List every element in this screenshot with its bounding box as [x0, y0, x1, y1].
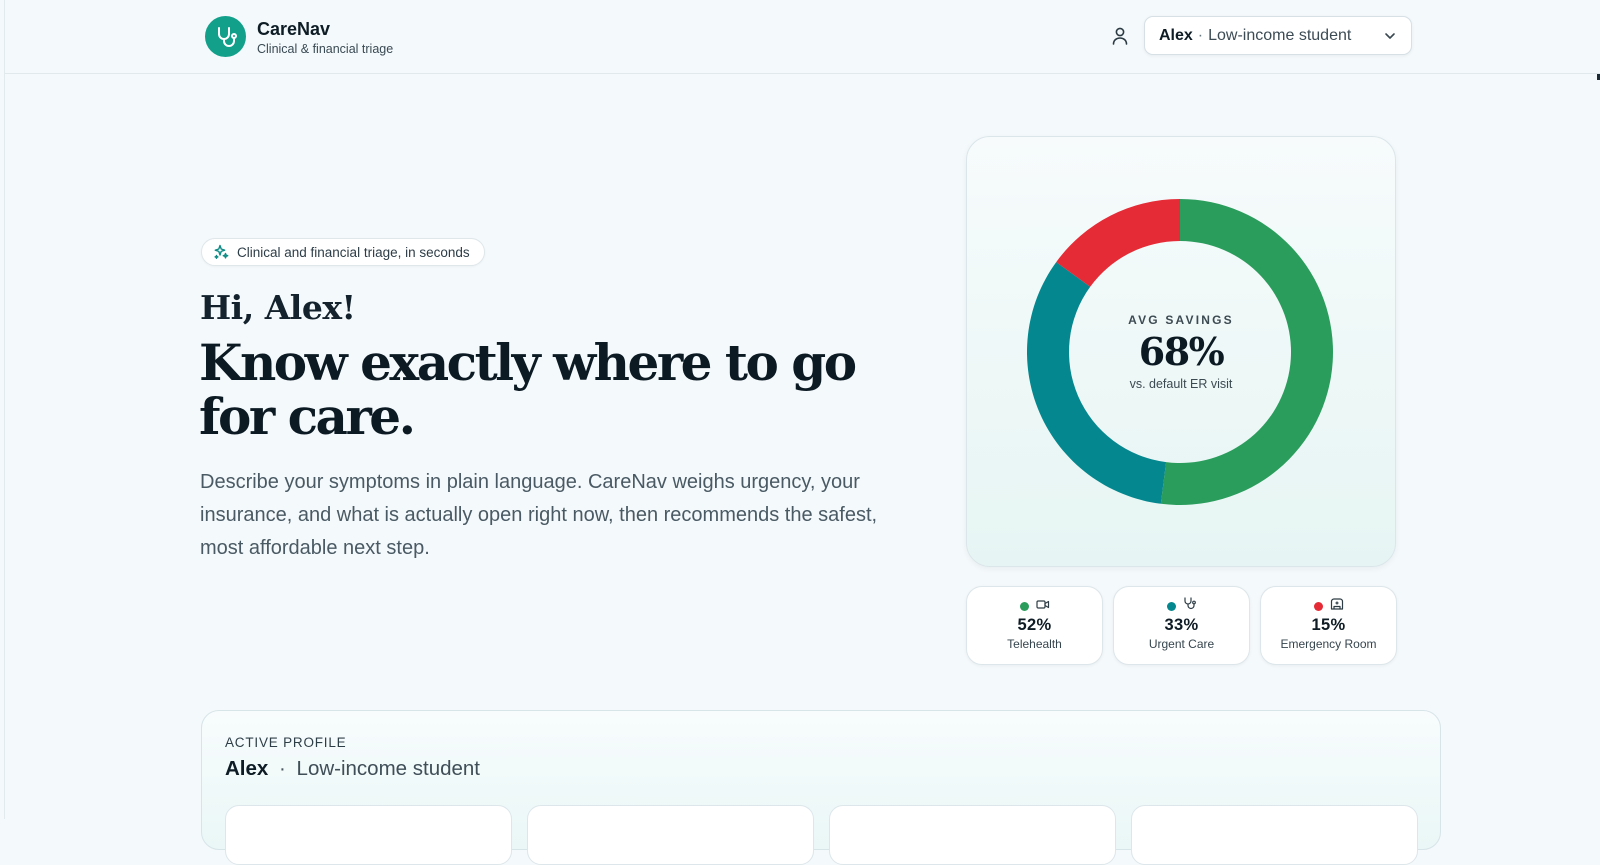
brand[interactable]: CareNav Clinical & financial triage: [205, 16, 393, 57]
feature-badge: Clinical and financial triage, in second…: [201, 238, 485, 266]
stat-percent: 33%: [1164, 616, 1199, 634]
savings-card: AVG SAVINGS 68% vs. default ER visit: [966, 136, 1396, 567]
stat-dot: [1019, 601, 1029, 611]
stat-label: Telehealth: [1007, 637, 1062, 651]
brand-subtitle: Clinical & financial triage: [257, 41, 394, 56]
profile-selector[interactable]: Alex · Low-income student: [1144, 16, 1412, 55]
profile-selector-role: Low-income student: [1208, 26, 1352, 44]
user-icon[interactable]: [1110, 26, 1130, 46]
profile-detail-card[interactable]: [1131, 805, 1418, 865]
window-left-edge: [4, 0, 5, 819]
active-profile-name: Alex: [225, 757, 269, 780]
active-profile-title: Alex · Low-income student: [225, 757, 480, 781]
savings-value: 68%: [1138, 329, 1225, 374]
savings-note: vs. default ER visit: [1129, 377, 1233, 391]
headline: Know exactly where to go for care.: [199, 333, 857, 446]
active-profile-role: Low-income student: [296, 757, 481, 780]
top-header: CareNav Clinical & financial triage Alex…: [5, 0, 1600, 74]
chevron-down-icon: [1383, 29, 1397, 43]
stat-card-telehealth[interactable]: 52% Telehealth: [966, 586, 1103, 665]
savings-label: AVG SAVINGS: [1128, 313, 1234, 327]
profile-detail-card[interactable]: [225, 805, 512, 865]
stat-dot: [1166, 601, 1176, 611]
active-profile-label: ACTIVE PROFILE: [225, 735, 347, 750]
profile-detail-card[interactable]: [527, 805, 814, 865]
stethoscope-logo-icon: [205, 16, 246, 57]
ambulance-icon: [1330, 597, 1344, 615]
donut-slice-emergency-room[interactable]: [1056, 199, 1180, 287]
stat-percent: 52%: [1017, 616, 1052, 634]
stat-card-emergency-room[interactable]: 15% Emergency Room: [1260, 586, 1397, 665]
active-profile-panel: ACTIVE PROFILE Alex · Low-income student: [201, 710, 1441, 865]
stat-label: Urgent Care: [1148, 637, 1215, 651]
active-profile-separator: ·: [279, 757, 286, 780]
stat-percent: 15%: [1311, 616, 1346, 634]
profile-detail-card[interactable]: [829, 805, 1116, 865]
video-camera-icon: [1035, 597, 1050, 615]
stat-dot: [1313, 601, 1323, 611]
sparkle-icon: [213, 244, 229, 260]
hero-description: Describe your symptoms in plain language…: [200, 471, 878, 559]
stat-label: Emergency Room: [1280, 637, 1377, 651]
profile-selector-name: Alex: [1159, 26, 1193, 44]
profile-selector-separator: ·: [1197, 26, 1204, 44]
stethoscope-icon: [1183, 597, 1197, 615]
feature-badge-text: Clinical and financial triage, in second…: [237, 244, 470, 260]
greeting: Hi, Alex!: [200, 288, 356, 327]
stat-card-urgent-care[interactable]: 33% Urgent Care: [1113, 586, 1250, 665]
brand-name: CareNav: [257, 18, 331, 39]
